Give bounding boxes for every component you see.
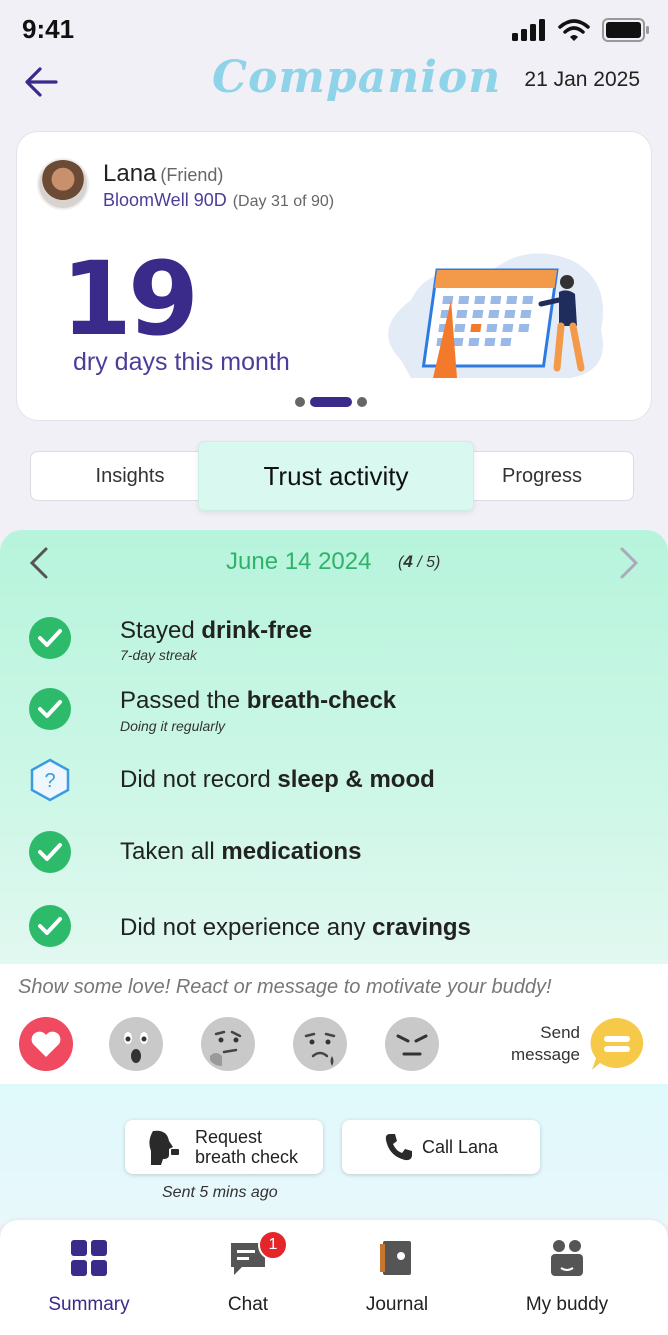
sad-tear-reaction-icon[interactable] [292, 1016, 348, 1072]
status-time: 9:41 [22, 14, 75, 44]
buddy-name: Lana (Friend) [103, 160, 223, 188]
battery-icon [602, 18, 649, 42]
activity-count-done: 4 [403, 552, 413, 571]
request-breath-check-label: Request breath check [195, 1127, 299, 1167]
program-name: BloomWell 90D [103, 190, 227, 210]
summary-card[interactable]: Lana (Friend) BloomWell 90D (Day 31 of 90)… [16, 131, 652, 421]
request-breath-check-button[interactable]: Request breath check [125, 1120, 323, 1174]
chevron-right-icon[interactable] [618, 546, 640, 580]
tab-bar: Insights Progress Trust activity [30, 441, 634, 511]
activity-date: June 14 2024 [226, 548, 372, 575]
status-icons [512, 18, 650, 42]
buddy-relation: (Friend) [160, 165, 224, 185]
activity-text: Taken all medications [120, 838, 362, 865]
svg-text:?: ? [44, 770, 55, 792]
avatar [37, 158, 89, 210]
check-circle-icon [29, 905, 71, 947]
bottom-nav: Summary 1 Chat Journal My buddy [0, 1220, 668, 1335]
wow-reaction-icon[interactable] [108, 1016, 164, 1072]
check-circle-icon [29, 831, 71, 873]
back-arrow-icon[interactable] [22, 64, 62, 100]
program-day: (Day 31 of 90) [232, 193, 335, 210]
header-date: 21 Jan 2025 [524, 68, 640, 91]
nav-summary[interactable]: Summary [24, 1238, 154, 1316]
nav-my-buddy[interactable]: My buddy [502, 1238, 632, 1316]
sent-timestamp: Sent 5 mins ago [162, 1184, 278, 1201]
thinking-reaction-icon[interactable] [200, 1016, 256, 1072]
tab-progress[interactable]: Progress [450, 451, 634, 501]
question-hexagon-icon: ? [30, 758, 70, 802]
nav-summary-label: Summary [48, 1294, 130, 1315]
carousel-dot-active[interactable] [310, 397, 352, 407]
activity-text: Did not record sleep & mood [120, 766, 435, 793]
carousel-dots[interactable] [295, 397, 367, 407]
check-circle-icon [29, 617, 71, 659]
chat-badge: 1 [258, 1230, 288, 1260]
buddy-icon [551, 1240, 583, 1276]
chevron-left-icon[interactable] [28, 546, 50, 580]
heart-reaction-icon[interactable] [18, 1016, 74, 1072]
reactions-bar: Show some love! React or message to moti… [0, 964, 668, 1084]
calendar-illustration [388, 253, 603, 378]
signal-icon [512, 19, 545, 41]
dry-days-count: 19 [61, 240, 199, 359]
activity-count: (4 / 5) [398, 552, 441, 571]
carousel-dot[interactable] [295, 397, 305, 407]
reactions-prompt: Show some love! React or message to moti… [18, 976, 552, 998]
status-bar: 9:41 [0, 0, 668, 58]
activity-subtext: Doing it regularly [120, 718, 226, 734]
tab-trust-activity[interactable]: Trust activity [198, 441, 474, 511]
angry-reaction-icon[interactable] [384, 1016, 440, 1072]
activity-count-total: / 5) [412, 554, 441, 571]
check-circle-icon [29, 688, 71, 730]
send-message-button[interactable] [588, 1016, 646, 1072]
buddy-actions: Request breath check Call Lana Sent 5 mi… [0, 1084, 668, 1224]
trust-activity-panel: June 14 2024 (4 / 5) Stayed drink-free 7… [0, 530, 668, 964]
activity-text: Passed the breath-check [120, 687, 397, 714]
activity-subtext: 7-day streak [120, 647, 198, 663]
call-buddy-label: Call Lana [422, 1137, 499, 1157]
nav-journal[interactable]: Journal [332, 1238, 462, 1316]
wifi-icon [558, 19, 590, 41]
app-logo: Companion [212, 52, 502, 103]
send-message-label: Send message [511, 1023, 580, 1064]
journal-icon [380, 1241, 411, 1275]
nav-chat[interactable]: 1 Chat [183, 1230, 313, 1316]
program-line: BloomWell 90D (Day 31 of 90) [103, 190, 334, 211]
carousel-dot[interactable] [357, 397, 367, 407]
dashboard-icon [71, 1240, 107, 1276]
activity-text: Stayed drink-free [120, 617, 313, 644]
activity-text: Did not experience any cravings [120, 914, 471, 941]
buddy-name-text: Lana [103, 160, 157, 187]
nav-chat-label: Chat [227, 1294, 269, 1315]
app-header: Companion 21 Jan 2025 [0, 52, 668, 108]
nav-journal-label: Journal [365, 1294, 429, 1315]
call-buddy-button[interactable]: Call Lana [342, 1120, 540, 1174]
dry-days-caption: dry days this month [73, 348, 290, 376]
phone-icon [385, 1134, 412, 1161]
breath-check-icon [149, 1130, 179, 1165]
chat-icon-wrap: 1 [228, 1230, 288, 1278]
nav-my-buddy-label: My buddy [525, 1294, 609, 1315]
